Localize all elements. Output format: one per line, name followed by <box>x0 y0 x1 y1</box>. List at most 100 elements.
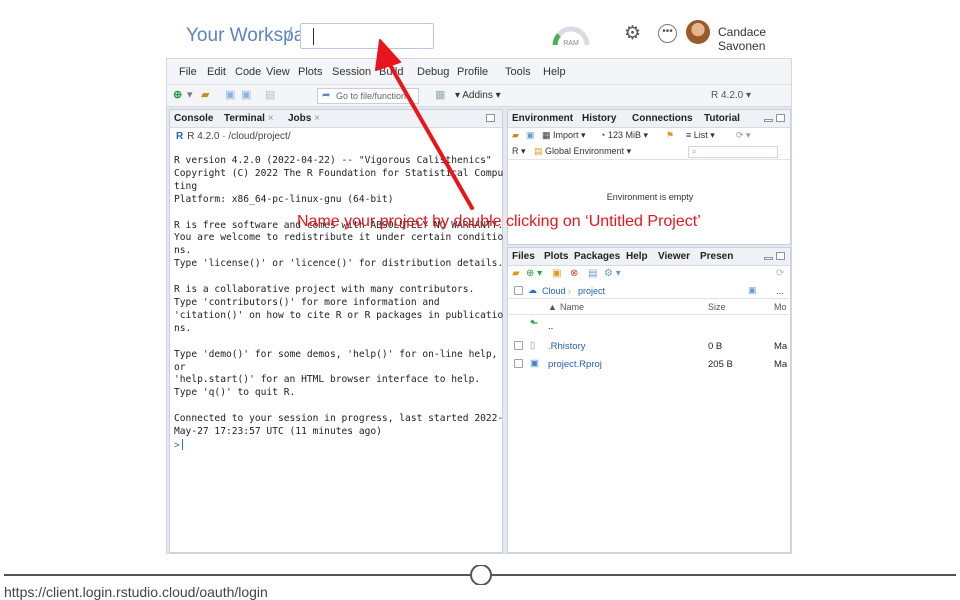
close-icon[interactable]: × <box>268 113 274 124</box>
more-options-icon[interactable]: ••• <box>658 24 677 43</box>
select-all-checkbox[interactable] <box>514 286 523 295</box>
environment-search-input[interactable]: ⌕ <box>688 146 778 158</box>
minimize-pane-icon[interactable] <box>764 119 773 122</box>
file-modified: Ma <box>774 341 788 352</box>
menu-session[interactable]: Session <box>332 66 371 78</box>
refresh-icon[interactable]: ⟳ <box>776 268 784 279</box>
user-name[interactable]: Candace Savonen <box>718 25 792 53</box>
minimize-pane-icon[interactable] <box>764 257 773 260</box>
tab-presentation[interactable]: Presen <box>700 251 733 262</box>
console-path-text: R 4.2.0 · /cloud/project/ <box>187 131 291 142</box>
view-mode-menu[interactable]: ≡ List ▾ <box>686 130 715 141</box>
r-version-menu[interactable]: R 4.2.0 ▾ <box>711 90 751 101</box>
addins-label: Addins <box>462 90 493 101</box>
sort-asc-icon[interactable]: ▲ <box>548 302 557 312</box>
console-pane: Console Terminal × Jobs × RR 4.2.0 · /cl… <box>169 109 503 553</box>
environment-tabs: Environment History Connections Tutorial <box>508 110 790 128</box>
tab-viewer[interactable]: Viewer <box>658 251 690 262</box>
gear-icon[interactable]: ⚙ <box>624 24 641 44</box>
files-pane: Files Plots Packages Help Viewer Presen … <box>507 247 791 553</box>
environment-empty-message: Environment is empty <box>606 192 694 202</box>
table-row[interactable]: ▣ project.Rproj 205 B Ma <box>508 355 790 373</box>
broom-icon[interactable]: ⚑ <box>666 130 674 141</box>
tab-history[interactable]: History <box>582 113 616 124</box>
more-button[interactable]: ... <box>776 286 784 296</box>
print-icon[interactable]: ▤ <box>265 89 275 102</box>
tab-packages[interactable]: Packages <box>574 251 620 262</box>
tab-terminal-label: Terminal <box>224 113 265 124</box>
new-blank-file-icon[interactable]: ⊕ ▾ <box>526 268 542 279</box>
environment-scope-bar: R ▾ ▤ Global Environment ▾ ⌕ <box>508 144 790 160</box>
save-all-icon[interactable]: ▣ <box>241 89 251 102</box>
menu-debug[interactable]: Debug <box>417 66 449 78</box>
language-menu[interactable]: R ▾ <box>512 146 526 157</box>
file-name[interactable]: project.Rproj <box>548 359 602 370</box>
chevron-down-icon[interactable]: ▾ <box>187 89 193 102</box>
file-size: 205 B <box>708 359 733 370</box>
menu-edit[interactable]: Edit <box>207 66 226 78</box>
column-size[interactable]: Size <box>708 302 726 312</box>
tab-terminal[interactable]: Terminal × <box>224 113 274 124</box>
tab-tutorial[interactable]: Tutorial <box>704 113 740 124</box>
slide-stage: Your Workspace / RAM ⚙ ••• Candace Savon… <box>0 0 960 600</box>
upload-icon[interactable]: ▣ <box>552 268 561 279</box>
tab-help[interactable]: Help <box>626 251 648 262</box>
tab-plots[interactable]: Plots <box>544 251 568 262</box>
row-checkbox[interactable] <box>514 341 523 350</box>
import-dataset-button[interactable]: ▦ Import ▾ <box>542 130 586 141</box>
grid-icon[interactable]: ▦ <box>435 89 445 102</box>
menu-profile[interactable]: Profile <box>457 66 488 78</box>
console-output[interactable]: R version 4.2.0 (2022-04-22) -- "Vigorou… <box>174 155 503 453</box>
close-icon[interactable]: × <box>314 113 320 124</box>
menu-build[interactable]: Build <box>379 66 403 78</box>
memory-usage[interactable]: ◔ 123 MiB ▾ <box>600 130 648 141</box>
refresh-icon[interactable]: ⟳ ▾ <box>736 130 751 141</box>
breadcrumb-cloud[interactable]: Cloud <box>542 286 566 296</box>
delete-icon[interactable]: ⊗ <box>570 268 578 279</box>
save-icon[interactable]: ▣ <box>225 89 235 102</box>
menu-code[interactable]: Code <box>235 66 261 78</box>
addins-menu[interactable]: ▾ Addins ▾ <box>455 90 501 101</box>
tab-files[interactable]: Files <box>512 251 535 262</box>
table-row[interactable]: ▯ .Rhistory 0 B Ma <box>508 337 790 355</box>
gear-icon[interactable]: ⚙ ▾ <box>604 268 621 279</box>
files-tabs: Files Plots Packages Help Viewer Presen <box>508 248 790 266</box>
go-to-file-input[interactable]: ➦ Go to file/function <box>317 88 419 104</box>
rename-icon[interactable]: ▤ <box>588 268 597 279</box>
new-file-icon[interactable]: ⊕ <box>173 89 182 102</box>
tab-environment[interactable]: Environment <box>512 113 573 124</box>
maximize-pane-icon[interactable] <box>776 114 785 122</box>
menu-help[interactable]: Help <box>543 66 566 78</box>
column-name[interactable]: Name <box>560 302 584 312</box>
files-toolbar: ▰ ⊕ ▾ ▣ ⊗ ▤ ⚙ ▾ ⟳ <box>508 266 790 283</box>
open-project-icon[interactable]: ▰ <box>201 89 209 102</box>
menu-tools[interactable]: Tools <box>505 66 531 78</box>
load-workspace-icon[interactable]: ▰ <box>512 130 519 141</box>
menu-file[interactable]: File <box>179 66 197 78</box>
menu-view[interactable]: View <box>266 66 290 78</box>
file-name[interactable]: .Rhistory <box>548 341 585 352</box>
file-icon: ▯ <box>530 340 536 351</box>
list-label: List <box>693 130 708 140</box>
project-icon[interactable]: ▣ <box>748 285 757 296</box>
up-directory[interactable]: .. <box>548 321 553 332</box>
tab-connections[interactable]: Connections <box>632 113 693 124</box>
tab-jobs[interactable]: Jobs × <box>288 113 320 124</box>
main-toolbar: ⊕ ▾ ▰ ▣ ▣ ▤ ➦ Go to file/function ▦ ▾ Ad… <box>167 85 791 107</box>
save-workspace-icon[interactable]: ▣ <box>526 130 535 141</box>
list-item[interactable]: ⬑ .. <box>508 317 790 335</box>
maximize-pane-icon[interactable] <box>776 252 785 260</box>
search-icon: ⌕ <box>692 147 697 156</box>
tab-console[interactable]: Console <box>174 113 213 124</box>
ram-gauge-icon[interactable]: RAM <box>551 23 591 49</box>
new-folder-icon[interactable]: ▰ <box>512 268 520 279</box>
avatar[interactable] <box>686 20 710 44</box>
menu-plots[interactable]: Plots <box>298 66 322 78</box>
column-modified[interactable]: Mo <box>774 302 787 312</box>
row-checkbox[interactable] <box>514 359 523 368</box>
scope-menu[interactable]: ▤ Global Environment ▾ <box>534 146 631 157</box>
maximize-pane-icon[interactable] <box>486 114 495 122</box>
project-name-input[interactable] <box>300 23 434 49</box>
breadcrumb-project[interactable]: project <box>578 286 605 296</box>
progress-rule <box>4 565 956 585</box>
